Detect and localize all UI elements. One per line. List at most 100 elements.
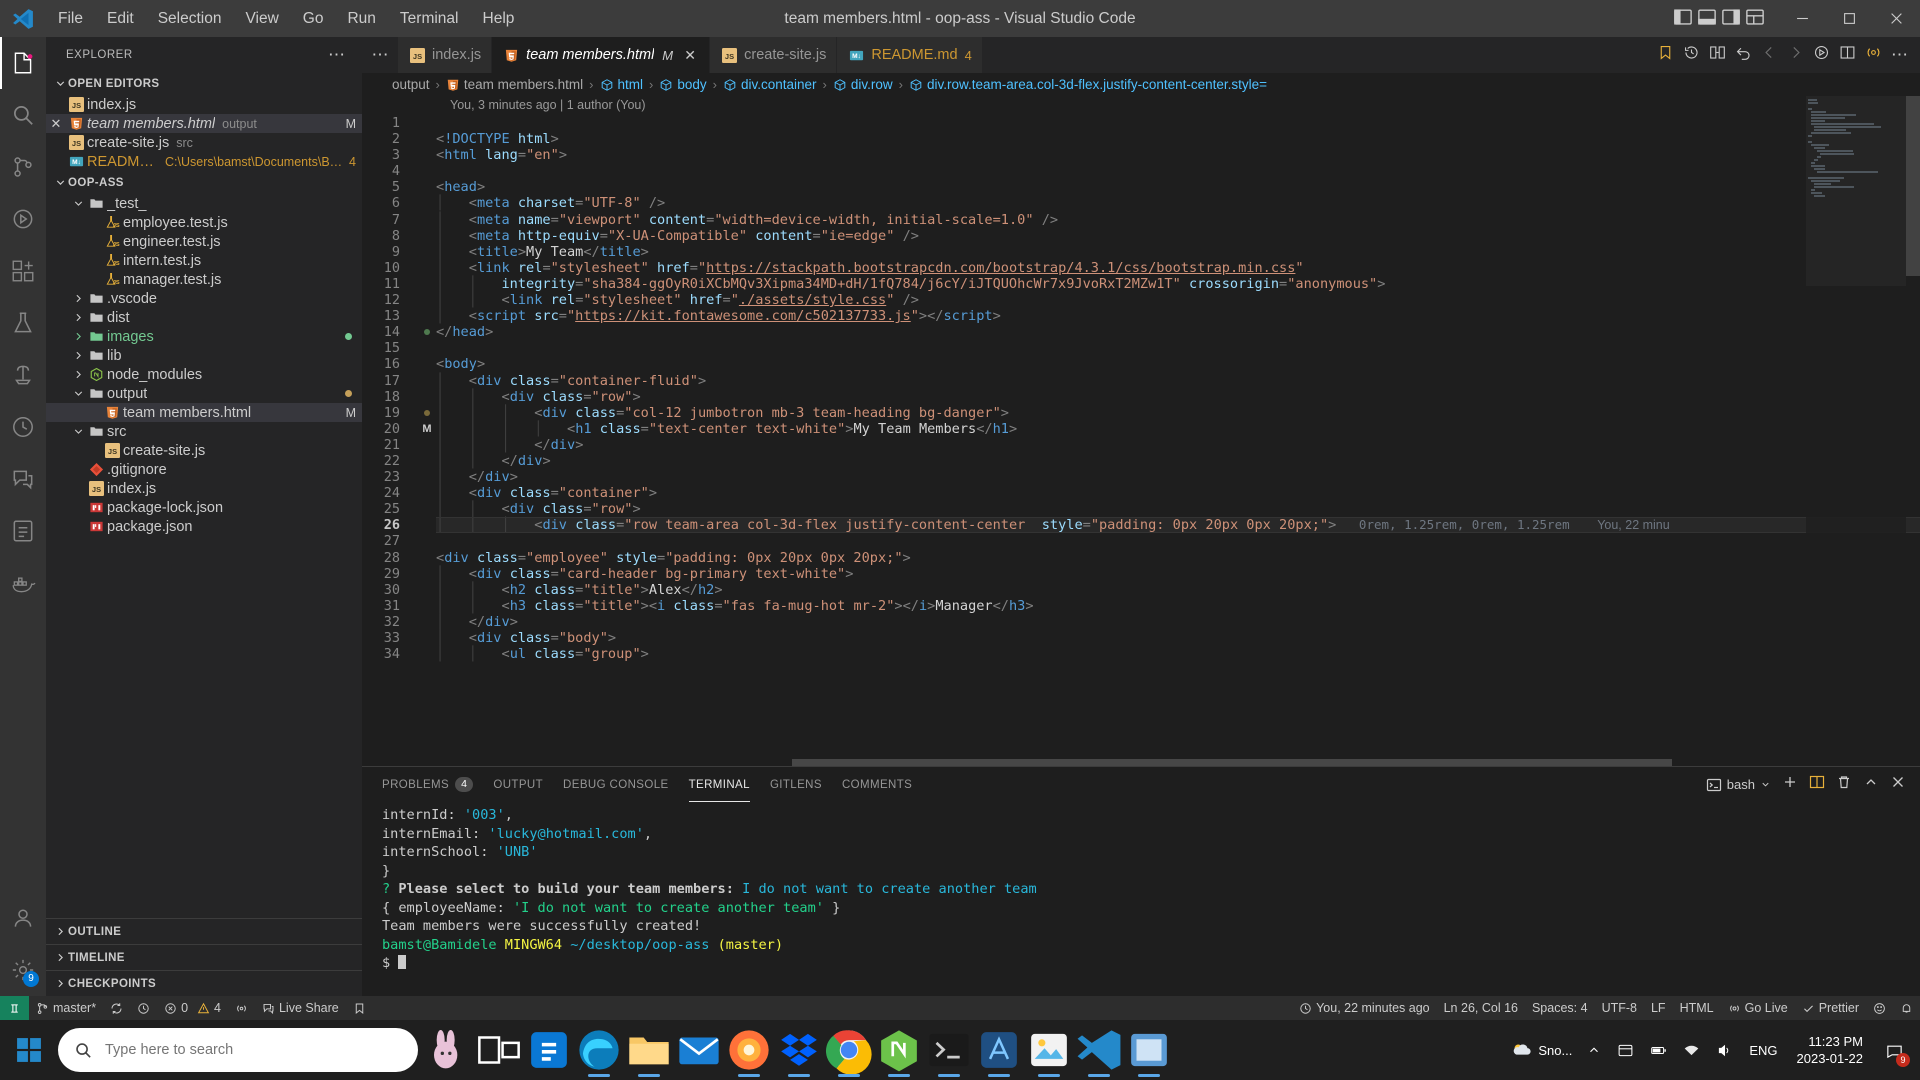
open-editor-index-js[interactable]: JS index.js [46,95,362,114]
status-prettier[interactable]: Prettier [1795,996,1866,1020]
code-line[interactable] [436,163,1920,179]
activity-remote-explorer[interactable] [0,349,46,401]
taskbar-node-icon[interactable] [874,1020,924,1080]
menu-view[interactable]: View [233,0,290,37]
panel-tab-comments[interactable]: COMMENTS [842,767,912,802]
tray-volume-icon[interactable] [1709,1020,1740,1080]
tab-index-js[interactable]: JS index.js [398,37,493,73]
code-line[interactable]: │ │ <div class="row"> [436,389,1920,405]
taskbar-vscode-icon[interactable] [1074,1020,1124,1080]
taskbar-task-view-icon[interactable] [474,1020,524,1080]
history-icon[interactable] [1683,44,1700,66]
tree-file-employee-test-js[interactable]: JS employee.test.js [46,213,362,232]
status-gitlens[interactable] [130,996,157,1020]
maximize-panel-icon[interactable] [1863,774,1879,795]
tree-file-gitignore[interactable]: .gitignore [46,460,362,479]
tree-folder-images[interactable]: images [46,327,362,346]
open-editors-section-header[interactable]: OPEN EDITORS [46,72,362,95]
terminal-output[interactable]: internId: '003', internEmail: 'lucky@hot… [362,802,1920,996]
menu-terminal[interactable]: Terminal [388,0,471,37]
tree-folder-test[interactable]: _test_ [46,194,362,213]
breadcrumb-output[interactable]: output [388,77,430,92]
open-editor-team-members-html[interactable]: ✕ team members.html output M [46,114,362,133]
code-line[interactable]: </head> [436,324,1920,340]
tree-folder-node-modules[interactable]: node_modules [46,365,362,384]
tray-battery-icon[interactable] [1643,1020,1674,1080]
panel-tab-terminal[interactable]: TERMINAL [688,767,751,802]
taskbar-store-icon[interactable] [524,1020,574,1080]
code-line[interactable]: │ │ <link rel="stylesheet" href="./asset… [436,292,1920,308]
status-gitlens-current-line[interactable]: You, 22 minutes ago [1292,996,1437,1020]
tab-team-members-html[interactable]: team members.html M ✕ [492,37,711,73]
activity-extensions[interactable] [0,245,46,297]
code-line[interactable]: <div class="employee" style="padding: 0p… [436,550,1920,566]
taskbar-snip-icon[interactable] [1124,1020,1174,1080]
code-line[interactable]: │ │ <h2 class="title">Alex</h2> [436,582,1920,598]
code-line[interactable]: │ │ │ <div class="row team-area col-3d-f… [436,517,1920,534]
menu-go[interactable]: Go [291,0,336,37]
toggle-primary-sidebar-icon[interactable] [1673,7,1693,31]
go-live-icon[interactable] [1865,44,1882,66]
toggle-secondary-sidebar-icon[interactable] [1721,7,1741,31]
code-line[interactable]: │ <div class="body"> [436,630,1920,646]
status-eol[interactable]: LF [1644,996,1673,1020]
status-live-share[interactable]: Live Share [255,996,346,1020]
code-line[interactable] [436,115,1920,131]
tree-file-engineer-test-js[interactable]: JS engineer.test.js [46,232,362,251]
code-line[interactable]: │ <div class="card-header bg-primary tex… [436,566,1920,582]
activity-live-share[interactable] [0,453,46,505]
activity-accounts[interactable] [0,892,46,944]
taskbar-cortana-icon[interactable] [424,1020,474,1080]
breadcrumb-body[interactable]: body [659,77,707,92]
kill-terminal-icon[interactable] [1836,774,1852,795]
activity-source-control[interactable] [0,141,46,193]
undo-icon[interactable] [1735,44,1752,66]
split-editor-icon[interactable] [1839,44,1856,66]
menu-file[interactable]: File [46,0,95,37]
start-button[interactable] [0,1020,58,1080]
tree-folder-lib[interactable]: lib [46,346,362,365]
close-panel-icon[interactable] [1890,774,1906,795]
code-line[interactable]: │ <meta charset="UTF-8" /> [436,195,1920,211]
close-icon[interactable]: ✕ [46,116,66,132]
code-line[interactable]: │ <script src="https://kit.fontawesome.c… [436,308,1920,324]
workspace-section-header[interactable]: OOP-ASS [46,171,362,194]
taskbar-terminal-icon[interactable] [924,1020,974,1080]
menu-run[interactable]: Run [335,0,387,37]
code-line[interactable] [436,533,1920,549]
split-diff-icon[interactable] [1709,44,1726,66]
taskbar-firefox-icon[interactable] [724,1020,774,1080]
editor-horizontal-scrollbar[interactable] [792,759,1672,766]
tree-folder-output[interactable]: output [46,384,362,403]
code-line[interactable]: │ <title>My Team</title> [436,244,1920,260]
status-cursor-position[interactable]: Ln 26, Col 16 [1437,996,1525,1020]
activity-explorer[interactable] [0,37,46,89]
bookmark-icon[interactable] [1657,44,1674,66]
code-line[interactable]: │ <div class="container"> [436,485,1920,501]
menu-selection[interactable]: Selection [146,0,234,37]
notification-center-button[interactable]: 9 [1875,1041,1914,1067]
taskbar-mail-icon[interactable] [674,1020,724,1080]
status-bookmark[interactable] [346,996,373,1020]
activity-search[interactable] [0,89,46,141]
status-problems[interactable]: 0 4 [157,996,228,1020]
tree-file-intern-test-js[interactable]: JS intern.test.js [46,251,362,270]
activity-run-debug[interactable] [0,193,46,245]
activity-gitlens[interactable] [0,401,46,453]
menu-edit[interactable]: Edit [95,0,146,37]
tab-create-site-js[interactable]: JS create-site.js [710,37,838,73]
run-icon[interactable] [1813,44,1830,66]
code-line[interactable]: <html lang="en"> [436,147,1920,163]
close-icon[interactable]: ✕ [681,47,699,64]
checkpoints-section[interactable]: CHECKPOINTS [46,970,362,996]
tray-language[interactable]: ENG [1742,1020,1784,1080]
customize-layout-icon[interactable] [1745,7,1765,31]
status-indentation[interactable]: Spaces: 4 [1525,996,1595,1020]
status-branch[interactable]: master* [29,996,103,1020]
code-line[interactable]: <head> [436,179,1920,195]
tree-file-create-site-js[interactable]: JS create-site.js [46,441,362,460]
menu-help[interactable]: Help [471,0,527,37]
code-line[interactable]: │ </div> [436,614,1920,630]
tab-readme-md[interactable]: M↓ README.md 4 [837,37,983,73]
code-line[interactable]: │ <meta name="viewport" content="width=d… [436,212,1920,228]
